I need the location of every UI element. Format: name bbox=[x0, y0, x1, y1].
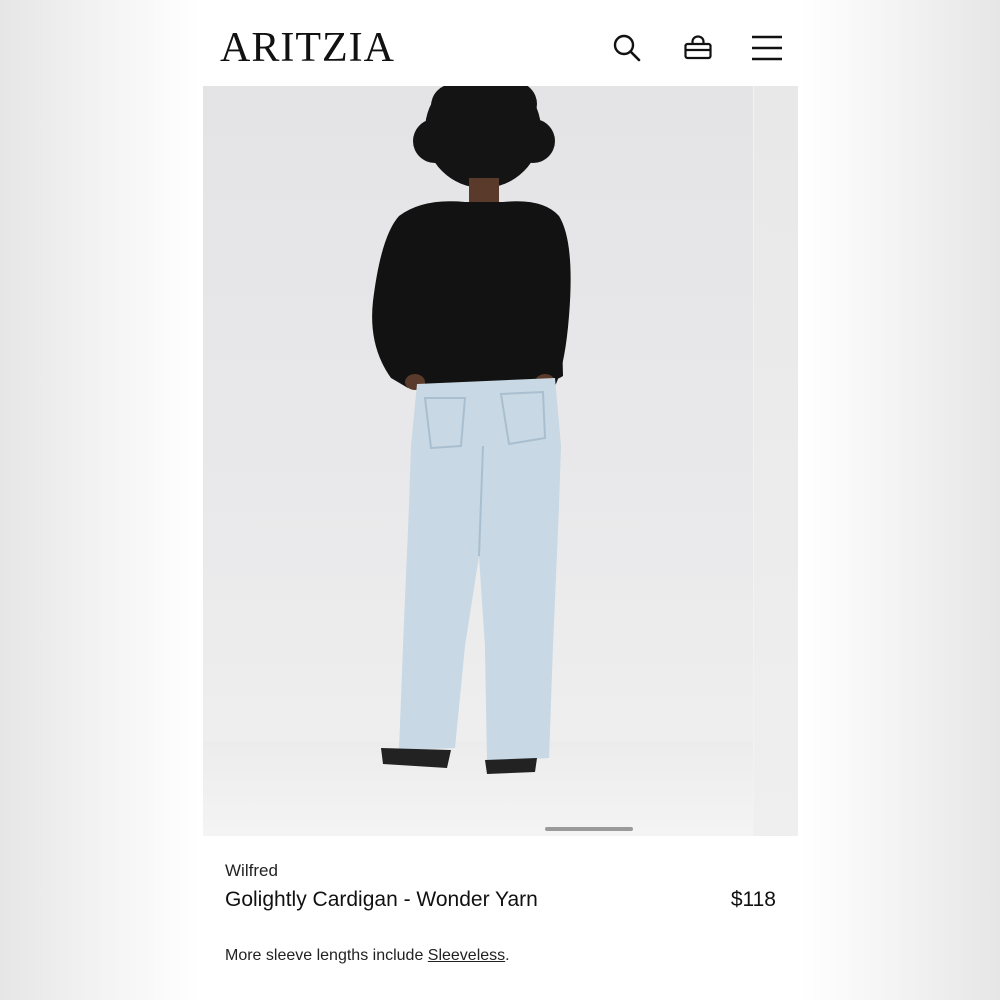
note-suffix: . bbox=[505, 947, 510, 964]
menu-icon bbox=[752, 35, 782, 61]
image-carousel[interactable] bbox=[203, 86, 798, 836]
bag-icon bbox=[684, 35, 712, 60]
neck bbox=[469, 178, 499, 204]
product-image[interactable] bbox=[203, 86, 753, 836]
note-prefix: More sleeve lengths include bbox=[225, 947, 428, 964]
left-sandal bbox=[381, 748, 451, 768]
product-name: Golightly Cardigan - Wonder Yarn bbox=[225, 888, 538, 911]
brand-logo[interactable]: ARITZIA bbox=[220, 26, 395, 70]
product-page: ARITZIA Wilfred Golightly Cardigan - Won… bbox=[203, 0, 798, 1000]
site-header: ARITZIA bbox=[203, 0, 798, 86]
jeans bbox=[399, 378, 561, 762]
bag-button[interactable] bbox=[680, 30, 716, 66]
menu-button[interactable] bbox=[749, 30, 785, 66]
model-illustration bbox=[372, 86, 571, 774]
product-brand[interactable]: Wilfred bbox=[225, 861, 278, 881]
carousel-scroll-indicator[interactable] bbox=[545, 827, 633, 831]
sleeveless-link[interactable]: Sleeveless bbox=[428, 947, 505, 964]
search-icon bbox=[613, 34, 641, 62]
sleeve-length-note: More sleeve lengths include Sleeveless. bbox=[225, 947, 510, 965]
search-button[interactable] bbox=[609, 30, 645, 66]
cardigan bbox=[399, 201, 563, 388]
right-sandal bbox=[485, 758, 537, 774]
product-price: $118 bbox=[730, 888, 776, 911]
next-image-peek[interactable] bbox=[754, 86, 798, 836]
